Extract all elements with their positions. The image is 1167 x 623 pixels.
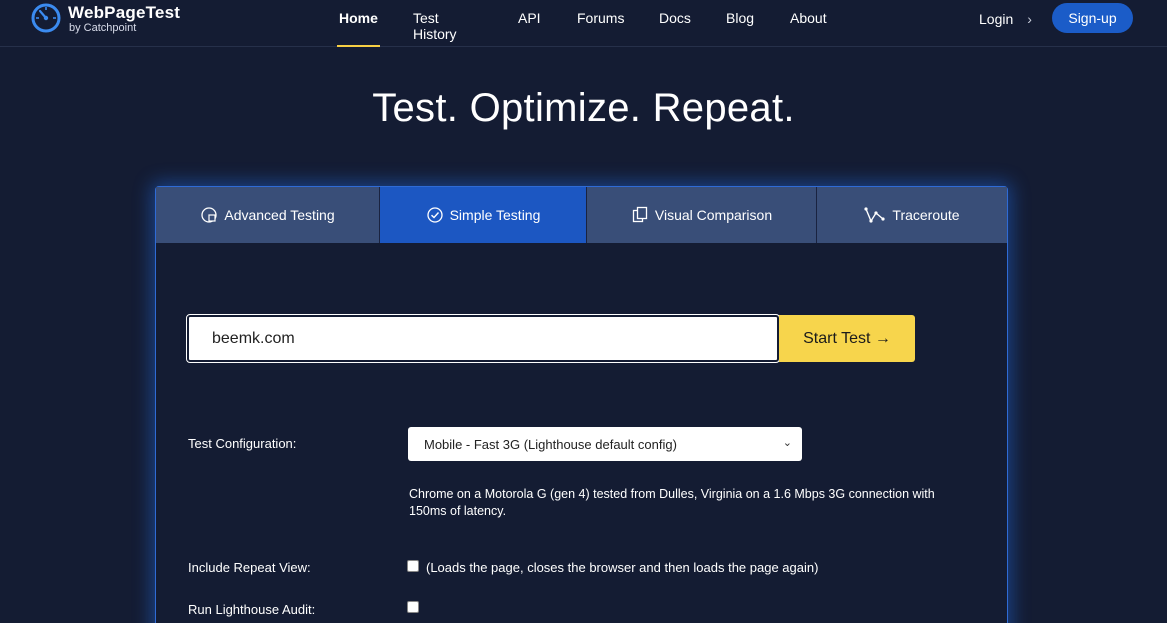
nav-blog[interactable]: Blog	[726, 10, 754, 47]
speedometer-icon	[31, 3, 61, 33]
check-circle-icon	[426, 207, 443, 223]
gauge-icon	[201, 207, 218, 223]
select-value: Mobile - Fast 3G (Lighthouse default con…	[424, 436, 677, 452]
tab-advanced-testing[interactable]: Advanced Testing	[156, 187, 380, 243]
route-icon	[864, 207, 886, 223]
start-test-button[interactable]: Start Test →	[779, 315, 915, 362]
tab-label: Traceroute	[892, 207, 960, 223]
test-panel: Advanced Testing Simple Testing Visual C…	[155, 186, 1008, 623]
nav-api[interactable]: API	[518, 10, 541, 47]
logo[interactable]: WebPageTest by Catchpoint	[30, 2, 180, 34]
repeat-view-note: (Loads the page, closes the browser and …	[426, 560, 819, 575]
login-link[interactable]: Login ›	[979, 11, 1032, 27]
lighthouse-label: Run Lighthouse Audit:	[188, 602, 316, 617]
test-configuration-select[interactable]: Mobile - Fast 3G (Lighthouse default con…	[408, 427, 802, 461]
repeat-view-checkbox[interactable]	[407, 560, 419, 572]
repeat-view-label: Include Repeat View:	[188, 560, 311, 575]
tab-traceroute[interactable]: Traceroute	[817, 187, 1007, 243]
copy-icon	[632, 206, 648, 223]
nav-forums[interactable]: Forums	[577, 10, 624, 47]
configuration-description: Chrome on a Motorola G (gen 4) tested fr…	[409, 487, 935, 518]
lighthouse-checkbox[interactable]	[407, 601, 419, 613]
tab-label: Simple Testing	[449, 207, 541, 223]
signup-button[interactable]: Sign-up	[1052, 3, 1133, 33]
tab-simple-testing[interactable]: Simple Testing	[380, 187, 587, 243]
nav-about[interactable]: About	[790, 10, 827, 47]
nav-home[interactable]: Home	[337, 10, 380, 47]
brand-name: WebPageTest	[68, 2, 181, 22]
chevron-down-icon: ⌄	[782, 437, 792, 449]
chevron-right-icon: ›	[1027, 11, 1032, 27]
url-input[interactable]	[186, 314, 780, 363]
tab-label: Advanced Testing	[224, 207, 335, 223]
brand-byline: by Catchpoint	[69, 21, 137, 34]
top-header: WebPageTest by Catchpoint Home Test Hist…	[0, 0, 1167, 47]
tab-label: Visual Comparison	[654, 207, 773, 223]
login-label: Login	[979, 11, 1014, 27]
nav-test-history[interactable]: Test History	[413, 10, 457, 47]
nav-docs[interactable]: Docs	[659, 10, 691, 47]
test-tabs: Advanced Testing Simple Testing Visual C…	[156, 187, 1007, 243]
test-configuration-label: Test Configuration:	[188, 436, 297, 451]
tab-visual-comparison[interactable]: Visual Comparison	[587, 187, 817, 243]
hero-title: Test. Optimize. Repeat.	[372, 86, 795, 130]
